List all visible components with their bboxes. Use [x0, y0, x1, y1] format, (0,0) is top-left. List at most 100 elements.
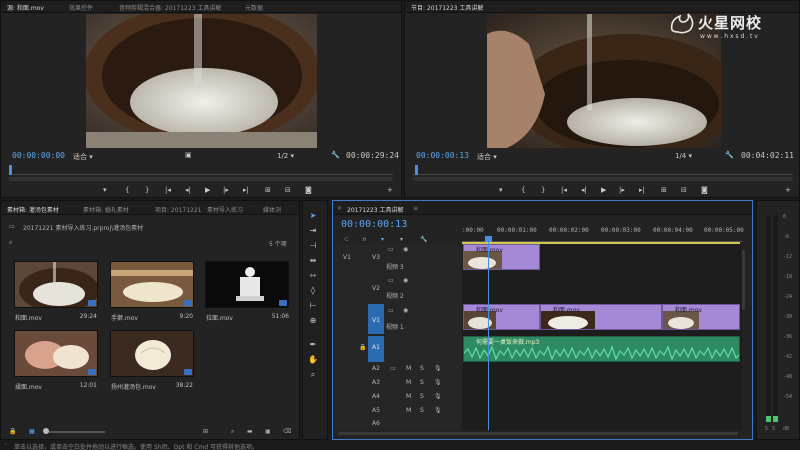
- timeline-settings-wrench-icon[interactable]: 🔧: [420, 236, 427, 243]
- program-mark-in-icon[interactable]: {: [521, 186, 525, 194]
- mark-out-icon[interactable]: }: [145, 186, 149, 194]
- clip-a1[interactable]: 何需要一桌饭来做.mp3: [463, 336, 740, 362]
- tab-audio-clip-mixer[interactable]: 音频剪辑混合器: 20171223 工具讲解: [119, 3, 221, 12]
- source-zoom-scroll[interactable]: [9, 177, 393, 181]
- source-resolution-dropdown[interactable]: 1/2 ▾: [277, 152, 294, 160]
- slide-tool-icon[interactable]: ⊕: [306, 316, 320, 327]
- clip-v1-a[interactable]: 和面.mov: [463, 304, 540, 330]
- program-settings-wrench-icon[interactable]: 🔧: [725, 151, 734, 159]
- snap-icon[interactable]: ⊂: [344, 236, 349, 243]
- add-marker-timeline-icon[interactable]: ▾: [381, 236, 384, 243]
- timeline-vertical-scroll[interactable]: [742, 250, 745, 310]
- eye-icon[interactable]: ◉: [403, 277, 408, 284]
- program-playhead[interactable]: [415, 165, 418, 175]
- source-settings-wrench-icon[interactable]: 🔧: [331, 151, 340, 159]
- slip-tool-icon[interactable]: ⊢: [306, 301, 320, 312]
- list-item[interactable]: [14, 261, 98, 308]
- new-bin-icon[interactable]: ▬: [247, 428, 253, 435]
- timeline-playhead-handle[interactable]: [485, 236, 492, 242]
- rate-stretch-tool-icon[interactable]: ⇿: [306, 271, 320, 282]
- tab-project[interactable]: 项目: 20171221: [155, 205, 201, 214]
- timeline-horizontal-scroll[interactable]: [338, 432, 738, 435]
- step-forward-icon[interactable]: |▸: [223, 186, 229, 194]
- program-mark-out-icon[interactable]: }: [541, 186, 545, 194]
- source-fit-dropdown[interactable]: 适合 ▾: [73, 152, 93, 162]
- selection-tool-icon[interactable]: ➤: [306, 211, 320, 222]
- ripple-edit-tool-icon[interactable]: ⊣: [306, 241, 320, 252]
- go-to-in-icon[interactable]: |◂: [165, 186, 171, 194]
- list-item[interactable]: [110, 261, 194, 308]
- clip-v1-b[interactable]: 和面.mov: [540, 304, 662, 330]
- sync-lock-icon[interactable]: ▭: [388, 307, 394, 314]
- list-item[interactable]: [110, 330, 194, 377]
- timeline-close-icon[interactable]: ✕: [337, 205, 342, 212]
- track-id-a3[interactable]: A3: [372, 379, 380, 386]
- hand-tool-icon[interactable]: ✋: [306, 355, 320, 366]
- microphone-icon[interactable]: 🎙: [434, 393, 442, 400]
- mute-icon[interactable]: M: [406, 379, 411, 386]
- thumbnail-zoom-slider[interactable]: [45, 431, 105, 433]
- list-item[interactable]: [205, 261, 289, 308]
- program-go-to-in-icon[interactable]: |◂: [561, 186, 567, 194]
- meter-solo-right[interactable]: S: [772, 426, 775, 432]
- source-playhead[interactable]: [9, 165, 12, 175]
- lift-icon[interactable]: ⊞: [661, 186, 667, 194]
- tab-metadata[interactable]: 元数据: [245, 3, 263, 12]
- go-to-out-icon[interactable]: ▸|: [243, 186, 249, 194]
- track-select-tool-icon[interactable]: ⇥: [306, 226, 320, 237]
- step-back-icon[interactable]: ◂|: [185, 186, 191, 194]
- program-add-marker-icon[interactable]: ▾: [499, 186, 503, 194]
- bin-automate-icon[interactable]: ⊞: [203, 428, 208, 435]
- linked-selection-icon[interactable]: ∩: [362, 236, 366, 243]
- program-timecode-current[interactable]: 00:00:00:13: [416, 151, 469, 160]
- clip-v1-c[interactable]: 和面.mov: [662, 304, 740, 330]
- track-id-a6[interactable]: A6: [372, 420, 380, 427]
- microphone-icon[interactable]: 🎙: [434, 379, 442, 386]
- search-icon[interactable]: ⌕: [9, 239, 12, 247]
- razor-tool-icon[interactable]: ◊: [306, 286, 320, 297]
- lock-icon[interactable]: 🔒: [9, 428, 16, 435]
- play-icon[interactable]: ▶: [205, 186, 210, 194]
- program-resolution-dropdown[interactable]: 1/4 ▾: [675, 152, 692, 160]
- source-marker-icon[interactable]: ▣: [185, 151, 192, 159]
- rolling-edit-tool-icon[interactable]: ⇹: [306, 256, 320, 267]
- overwrite-icon[interactable]: ⊟: [285, 186, 291, 194]
- timeline-menu-icon[interactable]: ≡: [413, 205, 418, 212]
- source-timecode-current[interactable]: 00:00:00:00: [12, 151, 65, 160]
- meter-solo-left[interactable]: S: [765, 426, 768, 432]
- mute-icon[interactable]: ▭: [390, 365, 396, 372]
- solo-icon[interactable]: S: [420, 365, 424, 372]
- program-step-back-icon[interactable]: ◂|: [581, 186, 587, 194]
- track-id-a5[interactable]: A5: [372, 407, 380, 414]
- program-go-to-out-icon[interactable]: ▸|: [639, 186, 645, 194]
- camera-icon[interactable]: ◙: [305, 186, 312, 194]
- clip-v3[interactable]: 和面.mov: [463, 244, 540, 270]
- add-marker-icon[interactable]: ▾: [103, 186, 107, 194]
- tab-bin-guantang[interactable]: 素材箱: 灌汤包素材: [7, 205, 59, 214]
- microphone-icon[interactable]: 🎙: [434, 365, 442, 372]
- zoom-tool-icon[interactable]: ⌕: [306, 370, 320, 381]
- program-add-button[interactable]: +: [785, 186, 791, 194]
- track-id-v3[interactable]: V3: [372, 254, 380, 261]
- solo-icon[interactable]: S: [420, 407, 424, 414]
- track-id-a2[interactable]: A2: [372, 365, 380, 372]
- sync-lock-icon[interactable]: ▭: [388, 246, 394, 253]
- program-zoom-scroll[interactable]: [413, 177, 793, 181]
- timeline-marker-icon[interactable]: ▾: [400, 236, 403, 243]
- tab-bin-wedding[interactable]: 素材箱: 婚礼素材: [83, 205, 129, 214]
- mute-icon[interactable]: M: [406, 365, 411, 372]
- program-play-icon[interactable]: ▶: [601, 186, 606, 194]
- source-add-button[interactable]: +: [387, 186, 393, 194]
- track-id-a4[interactable]: A4: [372, 393, 380, 400]
- insert-icon[interactable]: ⊞: [265, 186, 271, 194]
- pen-tool-icon[interactable]: ✒: [306, 340, 320, 351]
- program-fit-dropdown[interactable]: 适合 ▾: [477, 152, 497, 162]
- list-item[interactable]: [14, 330, 98, 377]
- mute-icon[interactable]: M: [406, 407, 411, 414]
- tab-program[interactable]: 节目: 20171223 工具讲解: [411, 3, 483, 12]
- lock-a1-icon[interactable]: 🔒: [359, 344, 366, 351]
- tab-import-practice[interactable]: 素材导入练习: [207, 205, 243, 214]
- tab-sequence[interactable]: 20171223 工具讲解: [347, 205, 403, 214]
- solo-icon[interactable]: S: [420, 379, 424, 386]
- eye-icon[interactable]: ◉: [403, 246, 408, 253]
